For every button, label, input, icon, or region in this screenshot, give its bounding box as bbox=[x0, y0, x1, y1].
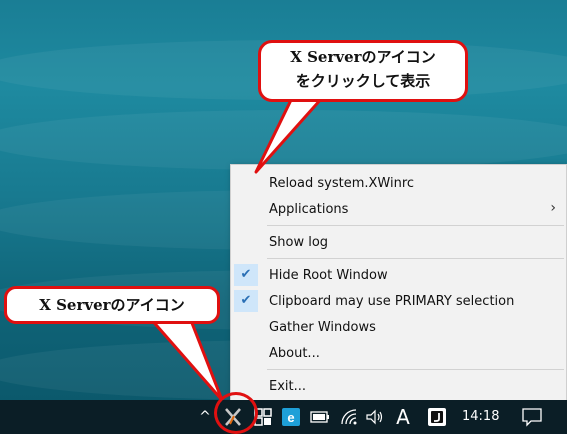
callout-text: X Serverのアイコン bbox=[39, 296, 185, 314]
battery-icon[interactable] bbox=[310, 411, 330, 423]
callout-text-line1: X Serverのアイコン bbox=[290, 48, 436, 66]
ime-indicator[interactable]: A bbox=[393, 400, 413, 434]
highlight-ring bbox=[214, 392, 258, 434]
top-callout-tail bbox=[254, 96, 324, 174]
volume-icon[interactable] bbox=[365, 408, 385, 426]
action-center-notification-icon[interactable] bbox=[521, 407, 543, 427]
bottom-callout-tail bbox=[148, 316, 224, 402]
taskbar: ^ e A 14:18 bbox=[0, 400, 567, 434]
taskbar-clock[interactable]: 14:18 bbox=[462, 400, 499, 434]
app-j-icon[interactable] bbox=[428, 408, 446, 426]
bottom-callout: X Serverのアイコン bbox=[4, 286, 220, 324]
wifi-icon[interactable] bbox=[340, 408, 358, 426]
callout-text-line2: をクリックして表示 bbox=[295, 72, 431, 90]
svg-text:e: e bbox=[287, 410, 294, 425]
show-hidden-icons-chevron-icon[interactable]: ^ bbox=[196, 400, 214, 434]
top-callout: X Serverのアイコン をクリックして表示 bbox=[258, 40, 468, 102]
browser-e-icon[interactable]: e bbox=[282, 408, 300, 426]
